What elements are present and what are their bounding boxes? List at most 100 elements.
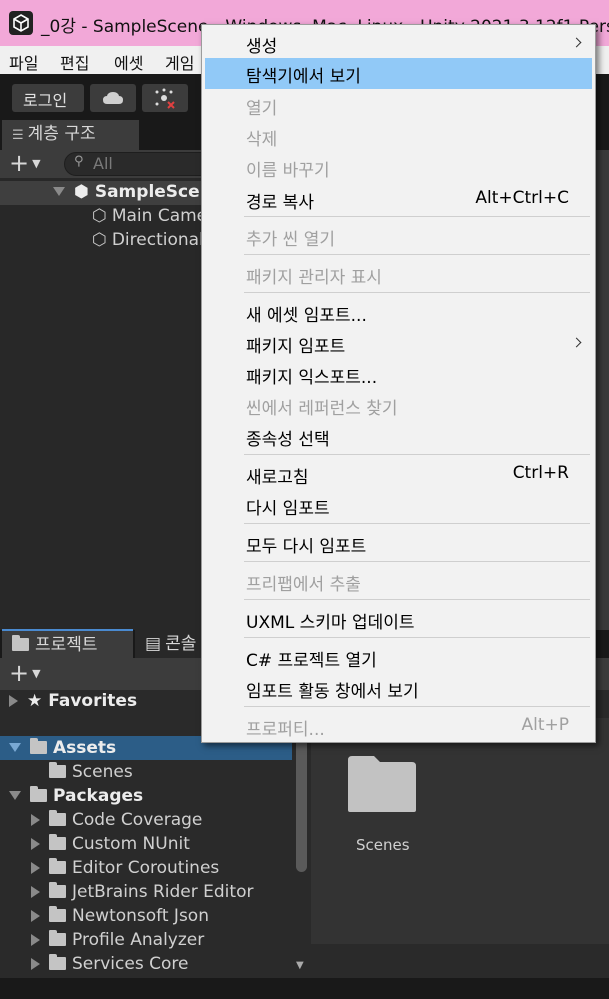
tab-hierarchy[interactable]: ☰ 계층 구조 (2, 120, 139, 150)
collapse-arrow-icon (31, 862, 40, 874)
big-folder-icon (348, 756, 416, 812)
collapse-arrow-icon (31, 958, 40, 970)
menu-item-reimport-all[interactable]: 모두 다시 임포트 (205, 528, 592, 559)
tab-console[interactable]: ▤ 콘솔 (135, 630, 205, 660)
menu-item-label: 탐색기에서 보기 (246, 67, 361, 87)
package-row[interactable]: Custom NUnit (31, 834, 190, 854)
menu-item-label: 추가 씬 열기 (246, 230, 336, 250)
menu-item-label: 이름 바꾸기 (246, 161, 330, 181)
menu-game[interactable]: 게임 (165, 50, 194, 74)
menu-item-label: 생성 (246, 37, 278, 57)
menu-item-select-dependencies[interactable]: 종속성 선택 (205, 421, 592, 452)
menu-item-import-package[interactable]: 패키지 임포트 (205, 328, 592, 359)
menu-edit[interactable]: 편집 (60, 50, 89, 74)
package-label: JetBrains Rider Editor (72, 882, 254, 902)
menu-item-export-package[interactable]: 패키지 익스포트... (205, 359, 592, 390)
package-row[interactable]: Services Core (31, 954, 188, 974)
login-label: 로그인 (23, 91, 68, 110)
menu-item-open-additive-scene[interactable]: 추가 씬 열기 (205, 221, 592, 252)
menu-item-shortcut: Alt+P (521, 715, 569, 735)
search-placeholder: All (93, 154, 113, 173)
menu-item-find-references-in-scene[interactable]: 씬에서 레퍼런스 찾기 (205, 390, 592, 421)
menu-item-properties[interactable]: 프로퍼티... Alt+P (205, 711, 592, 742)
menu-item-extract-from-prefab[interactable]: 프리팹에서 추출 (205, 566, 592, 597)
package-row[interactable]: Editor Coroutines (31, 858, 219, 878)
collapse-arrow-icon (31, 910, 40, 922)
scenes-folder-thumbnail[interactable] (346, 752, 418, 814)
menu-separator (244, 216, 590, 217)
menu-separator (244, 706, 590, 707)
menu-item-label: 프로퍼티... (246, 720, 325, 740)
menu-item-shortcut: Alt+Ctrl+C (475, 188, 569, 208)
packages-label: Packages (53, 786, 144, 806)
folder-icon (49, 954, 66, 970)
menu-item-label: 씬에서 레퍼런스 찾기 (246, 399, 398, 419)
context-menu: 생성 탐색기에서 보기 열기 삭제 이름 바꾸기 경로 복사 Alt+Ctrl+C… (201, 24, 596, 743)
unity-scene-icon: ⬢ (74, 182, 89, 202)
folder-open-icon (30, 738, 47, 754)
folder-icon (49, 906, 66, 922)
favorites-row[interactable]: ★ Favorites (9, 691, 137, 711)
folder-icon (49, 930, 66, 946)
grid-footer (311, 944, 609, 980)
menu-item-update-uxml-schema[interactable]: UXML 스키마 업데이트 (205, 604, 592, 635)
menu-item-delete[interactable]: 삭제 (205, 121, 592, 152)
tab-project[interactable]: 프로젝트 (2, 629, 133, 659)
scene-view-edge (596, 150, 609, 630)
menu-item-open-csharp-project[interactable]: C# 프로젝트 열기 (205, 642, 592, 673)
folder-open-icon (30, 786, 47, 802)
assets-label: Assets (53, 738, 117, 758)
menu-assets[interactable]: 에셋 (114, 50, 143, 74)
menu-item-view-in-import-activity[interactable]: 임포트 활동 창에서 보기 (205, 673, 592, 704)
package-label: Profile Analyzer (72, 930, 205, 950)
menu-item-rename[interactable]: 이름 바꾸기 (205, 152, 592, 183)
submenu-arrow-icon (571, 37, 582, 48)
packages-row[interactable]: Packages (9, 786, 143, 806)
package-label: Newtonsoft Json (72, 906, 209, 926)
menu-item-label: UXML 스키마 업데이트 (246, 613, 415, 633)
menu-separator (244, 599, 590, 600)
collab-button[interactable] (142, 84, 188, 112)
unity-logo-icon (9, 11, 33, 35)
menu-item-shortcut: Ctrl+R (512, 463, 569, 483)
menu-item-reimport[interactable]: 다시 임포트 (205, 490, 592, 521)
scene-row[interactable]: ⬢ SampleScene (53, 182, 223, 202)
package-label: Custom NUnit (72, 834, 190, 854)
menu-separator (244, 454, 590, 455)
add-dropdown-button[interactable]: + ▼ (9, 149, 41, 177)
folder-icon (12, 635, 29, 651)
assets-row[interactable]: Assets (9, 738, 116, 758)
scroll-down-icon[interactable]: ▼ (296, 960, 304, 971)
menu-separator (244, 561, 590, 562)
menu-item-copy-path[interactable]: 경로 복사 Alt+Ctrl+C (205, 184, 592, 215)
package-row[interactable]: Code Coverage (31, 810, 202, 830)
package-row[interactable]: JetBrains Rider Editor (31, 882, 253, 902)
menu-item-open[interactable]: 열기 (205, 90, 592, 121)
package-row[interactable]: Newtonsoft Json (31, 906, 209, 926)
menu-item-label: 다시 임포트 (246, 499, 330, 519)
menu-item-label: 삭제 (246, 130, 278, 150)
folder-icon (49, 834, 66, 850)
menu-item-import-new-asset[interactable]: 새 에셋 임포트... (205, 297, 592, 328)
menu-file[interactable]: 파일 (9, 50, 38, 74)
menu-item-refresh[interactable]: 새로고침 Ctrl+R (205, 459, 592, 490)
menu-item-label: 경로 복사 (246, 193, 314, 213)
menu-item-label: 패키지 관리자 표시 (246, 268, 382, 288)
folder-icon (49, 810, 66, 826)
cloud-button[interactable] (90, 84, 136, 112)
expand-arrow-icon (9, 743, 21, 752)
search-icon: ⚲ (74, 154, 84, 169)
expand-arrow-icon (9, 791, 21, 800)
login-button[interactable]: 로그인 (12, 84, 84, 112)
scenes-label: Scenes (72, 762, 133, 782)
package-label: Code Coverage (72, 810, 203, 830)
grid-item-label: Scenes (356, 836, 410, 854)
menu-item-create[interactable]: 생성 (205, 28, 592, 59)
menu-item-show-in-explorer[interactable]: 탐색기에서 보기 (205, 58, 592, 89)
menu-item-label: 열기 (246, 99, 278, 119)
project-add-button[interactable]: + ▼ (9, 659, 41, 687)
package-row[interactable]: Profile Analyzer (31, 930, 204, 950)
console-icon: ▤ (145, 634, 162, 654)
scenes-folder-row[interactable]: Scenes (49, 762, 133, 782)
menu-item-show-package-manager[interactable]: 패키지 관리자 표시 (205, 259, 592, 290)
